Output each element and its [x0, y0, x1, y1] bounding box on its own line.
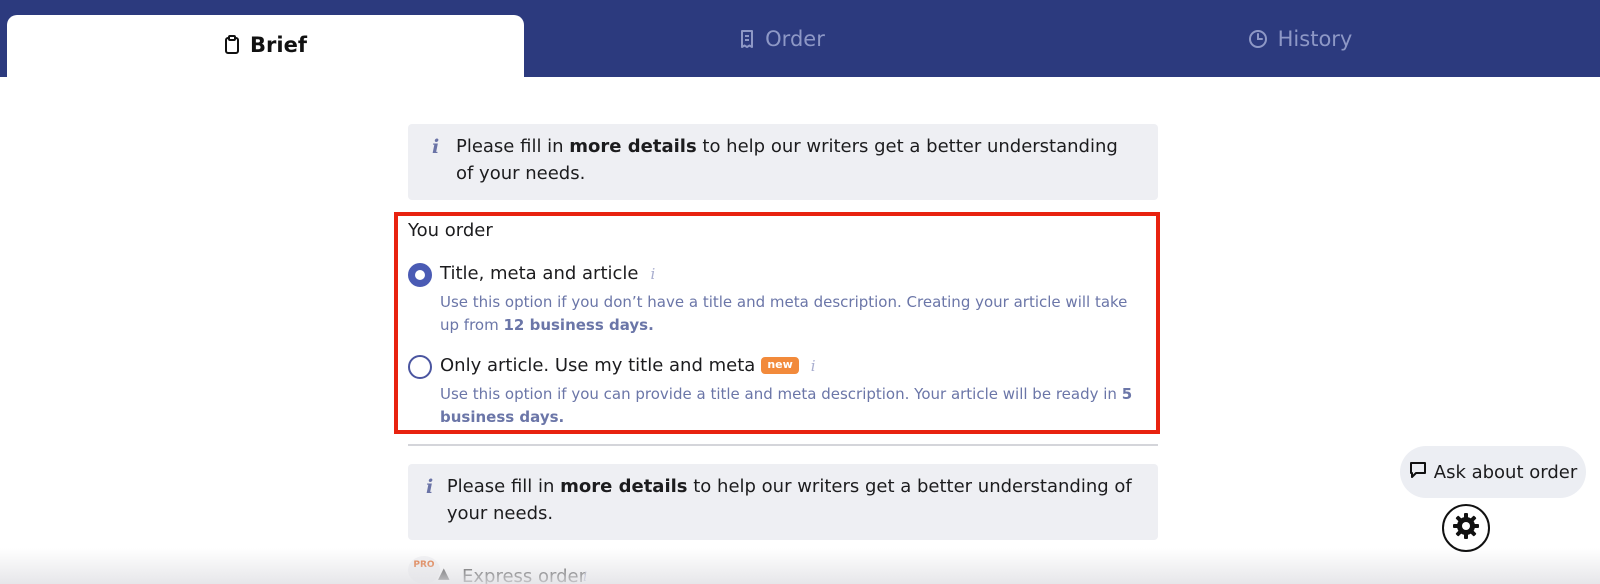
info-icon: i	[432, 136, 440, 158]
tab-label: History	[1277, 26, 1353, 51]
new-badge: new	[761, 357, 799, 374]
tab-label: Order	[765, 26, 825, 51]
notice-text-bold: more details	[569, 136, 697, 157]
tab-brief[interactable]: Brief	[7, 15, 524, 77]
notice-text-prefix: Please fill in	[446, 476, 561, 497]
section-divider	[408, 444, 1158, 446]
option-title: Title, meta and article i	[440, 263, 655, 284]
option-duration: 12 business days.	[503, 316, 654, 334]
ask-about-order-button[interactable]: Ask about order	[1400, 446, 1586, 498]
info-notice: i Please fill in more details to help ou…	[408, 464, 1158, 540]
info-notice: i Please fill in more details to help ou…	[408, 124, 1158, 200]
notice-text: Please fill in more details to help our …	[447, 473, 1138, 540]
express-order-label: Express order	[462, 566, 587, 584]
notice-text-bold: more details	[560, 476, 688, 497]
settings-button[interactable]	[1442, 504, 1490, 552]
tab-order[interactable]: Order	[524, 0, 1040, 77]
clipboard-icon	[224, 35, 240, 55]
option-description: Use this option if you can provide a tit…	[440, 383, 1140, 429]
info-icon[interactable]: i	[811, 357, 816, 375]
info-icon[interactable]: i	[583, 570, 587, 584]
tab-bar: Brief Order History	[0, 0, 1600, 77]
info-icon: i	[426, 476, 434, 498]
radio-button[interactable]	[408, 355, 432, 379]
option-description-text: Use this option if you can provide a tit…	[440, 385, 1122, 403]
option-title-text: Only article. Use my title and meta	[440, 355, 756, 376]
chat-bubble-icon	[1409, 461, 1427, 484]
option-title: Only article. Use my title and meta new …	[440, 355, 816, 376]
clock-icon	[1248, 29, 1268, 49]
receipt-icon	[739, 29, 755, 49]
tab-label: Brief	[250, 33, 307, 57]
notice-text-prefix: Please fill in	[455, 136, 570, 157]
bottom-shadow	[0, 548, 1600, 584]
order-section-label: You order	[408, 220, 493, 241]
option-title-text: Title, meta and article	[440, 263, 639, 284]
gear-icon	[1451, 511, 1481, 545]
pro-badge: PRO	[408, 556, 440, 584]
tab-history[interactable]: History	[1040, 0, 1560, 77]
option-description: Use this option if you don’t have a titl…	[440, 291, 1140, 337]
info-icon[interactable]: i	[650, 265, 655, 283]
radio-button-selected[interactable]	[408, 263, 432, 287]
ask-button-label: Ask about order	[1433, 461, 1578, 483]
notice-text: Please fill in more details to help our …	[456, 133, 1138, 200]
express-order-toggle[interactable]: PRO ▲ Express order i	[408, 556, 708, 584]
fire-icon: ▲	[438, 564, 450, 582]
